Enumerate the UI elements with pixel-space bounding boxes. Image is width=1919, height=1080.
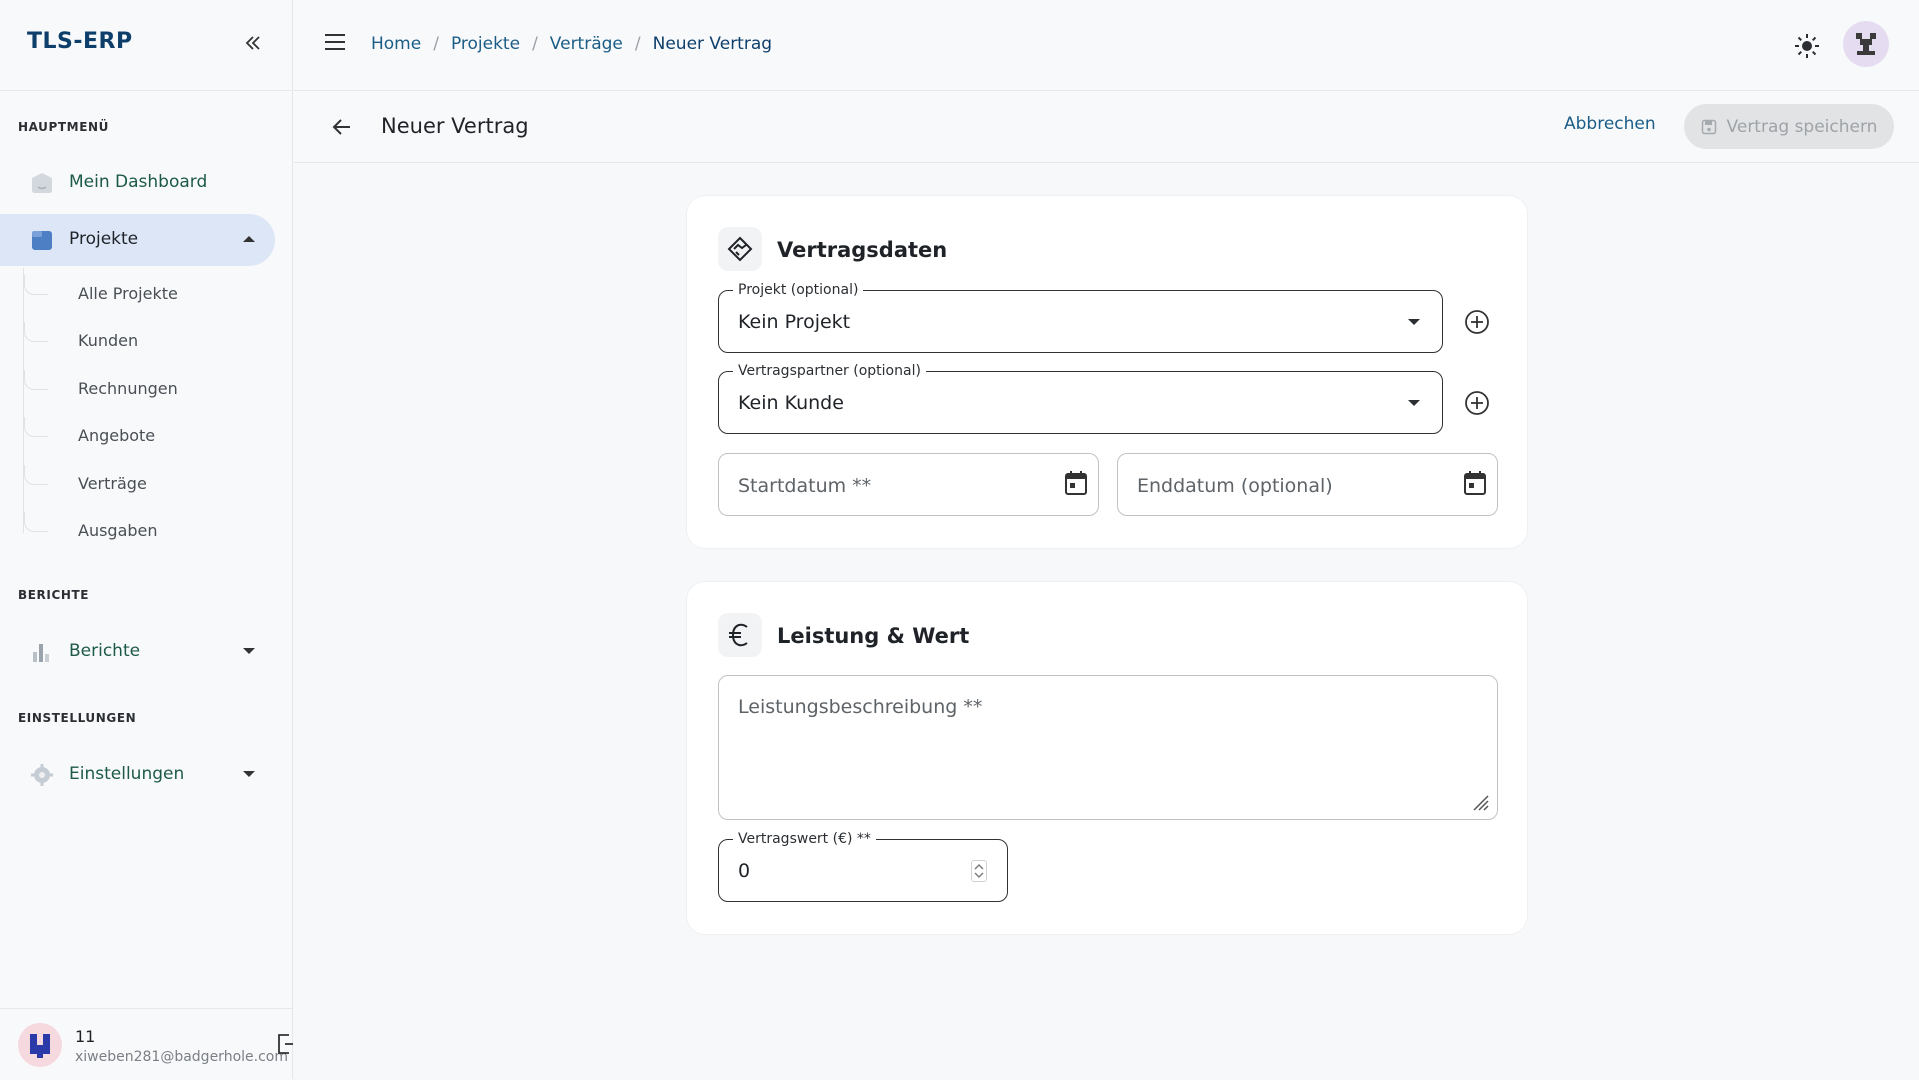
cancel-button[interactable]: Abbrechen — [1564, 114, 1656, 134]
field-placeholder: Leistungsbeschreibung ** — [738, 696, 983, 718]
subitem-label: Angebote — [78, 426, 156, 445]
resize-handle-icon[interactable] — [1471, 793, 1489, 811]
sidebar-item-label: Projekte — [69, 229, 139, 249]
save-icon — [1701, 119, 1716, 134]
plus-circle-icon — [1465, 391, 1489, 415]
partner-select[interactable]: Vertragspartner (optional) Kein Kunde — [718, 363, 1443, 434]
chevron-down-icon — [243, 771, 255, 777]
subitem-label: Ausgaben — [78, 521, 158, 540]
field-placeholder: Startdatum ** — [738, 475, 872, 497]
back-arrow-icon[interactable] — [330, 115, 354, 139]
brand-row: TLS-ERP — [0, 0, 293, 91]
save-button[interactable]: Vertrag speichern — [1684, 104, 1894, 149]
sidebar-item-label: Einstellungen — [69, 764, 185, 784]
breadcrumb-vertraege[interactable]: Verträge — [550, 34, 623, 54]
field-placeholder: Enddatum (optional) — [1137, 475, 1333, 497]
breadcrumb: Home / Projekte / Verträge / Neuer Vertr… — [371, 34, 772, 54]
euro-icon — [718, 613, 762, 657]
start-date-field[interactable]: Startdatum ** — [718, 453, 1099, 516]
menu-icon[interactable] — [324, 33, 348, 53]
card-leistung-wert: Leistung & Wert Leistungsbeschreibung **… — [687, 582, 1527, 934]
handshake-icon — [718, 227, 762, 271]
caret-down-icon — [1408, 400, 1420, 406]
topbar: Home / Projekte / Verträge / Neuer Vertr… — [294, 0, 1919, 91]
chevron-up-icon — [243, 236, 255, 242]
subitem-label: Rechnungen — [78, 379, 178, 398]
sidebar-subitem-rechnungen[interactable]: Rechnungen — [24, 370, 264, 410]
plus-circle-icon — [1465, 310, 1489, 334]
sidebar-subitem-vertraege[interactable]: Verträge — [24, 465, 264, 505]
section-title-main: HAUPTMENÜ — [18, 120, 110, 134]
breadcrumb-home[interactable]: Home — [371, 34, 421, 54]
chevron-down-icon — [243, 648, 255, 654]
subitem-label: Alle Projekte — [78, 284, 178, 303]
sidebar-subitem-kunden[interactable]: Kunden — [24, 322, 264, 362]
contract-value-input[interactable]: Vertragswert (€) ** 0 — [718, 831, 1008, 902]
select-value: Kein Projekt — [738, 311, 851, 333]
breadcrumb-separator: / — [634, 34, 641, 54]
user-avatar[interactable] — [1843, 21, 1889, 67]
sidebar-subitem-ausgaben[interactable]: Ausgaben — [24, 512, 264, 552]
number-stepper-icon[interactable] — [971, 860, 987, 882]
sidebar-subitem-alle-projekte[interactable]: Alle Projekte — [24, 275, 264, 315]
user-name: 11 — [75, 1027, 96, 1046]
sidebar-item-label: Mein Dashboard — [69, 172, 208, 192]
folder-icon — [30, 228, 54, 252]
add-partner-button[interactable] — [1463, 389, 1491, 417]
sidebar: TLS-ERP HAUPTMENÜ Mein Dashboard Projekt… — [0, 0, 293, 1079]
page-header: Neuer Vertrag Abbrechen Vertrag speicher… — [294, 91, 1919, 163]
section-title-reports: BERICHTE — [18, 588, 90, 602]
logout-icon[interactable] — [277, 1033, 295, 1055]
dashboard-icon — [30, 171, 54, 195]
card-title: Vertragsdaten — [777, 238, 948, 262]
sidebar-item-dashboard[interactable]: Mein Dashboard — [0, 157, 275, 209]
user-profile: 11 xiweben281@badgerhole.com — [0, 1008, 293, 1080]
user-email: xiweben281@badgerhole.com — [75, 1049, 288, 1065]
subitem-label: Kunden — [78, 331, 139, 350]
card-title: Leistung & Wert — [777, 624, 970, 648]
input-value: 0 — [738, 860, 751, 882]
calendar-icon[interactable] — [1463, 470, 1487, 496]
page-title: Neuer Vertrag — [381, 114, 529, 138]
field-label: Vertragswert (€) ** — [733, 831, 876, 847]
brand-logo[interactable]: TLS-ERP — [27, 29, 133, 54]
avatar[interactable] — [18, 1023, 62, 1067]
project-select[interactable]: Projekt (optional) Kein Projekt — [718, 282, 1443, 353]
breadcrumb-projekte[interactable]: Projekte — [451, 34, 520, 54]
card-vertragsdaten: Vertragsdaten Projekt (optional) Kein Pr… — [687, 196, 1527, 548]
sidebar-subitem-angebote[interactable]: Angebote — [24, 417, 264, 457]
field-label: Vertragspartner (optional) — [733, 363, 926, 379]
breadcrumb-separator: / — [433, 34, 439, 54]
sidebar-item-einstellungen[interactable]: Einstellungen — [0, 749, 275, 801]
sidebar-item-berichte[interactable]: Berichte — [0, 626, 275, 678]
save-button-label: Vertrag speichern — [1726, 116, 1878, 137]
calendar-icon[interactable] — [1064, 470, 1088, 496]
field-label: Projekt (optional) — [733, 282, 864, 298]
breadcrumb-separator: / — [532, 34, 538, 54]
add-project-button[interactable] — [1463, 308, 1491, 336]
breadcrumb-current: Neuer Vertrag — [652, 34, 773, 54]
description-textarea[interactable]: Leistungsbeschreibung ** — [718, 675, 1498, 820]
sidebar-item-label: Berichte — [69, 641, 141, 661]
end-date-field[interactable]: Enddatum (optional) — [1117, 453, 1498, 516]
caret-down-icon — [1408, 319, 1420, 325]
sidebar-item-projekte[interactable]: Projekte — [0, 214, 275, 266]
select-value: Kein Kunde — [738, 392, 844, 414]
collapse-sidebar-icon[interactable] — [240, 30, 266, 56]
gear-icon — [30, 763, 54, 787]
bar-chart-icon — [30, 640, 54, 664]
subitem-label: Verträge — [78, 474, 147, 493]
section-title-settings: EINSTELLUNGEN — [18, 711, 137, 725]
sun-icon[interactable] — [1793, 32, 1821, 60]
